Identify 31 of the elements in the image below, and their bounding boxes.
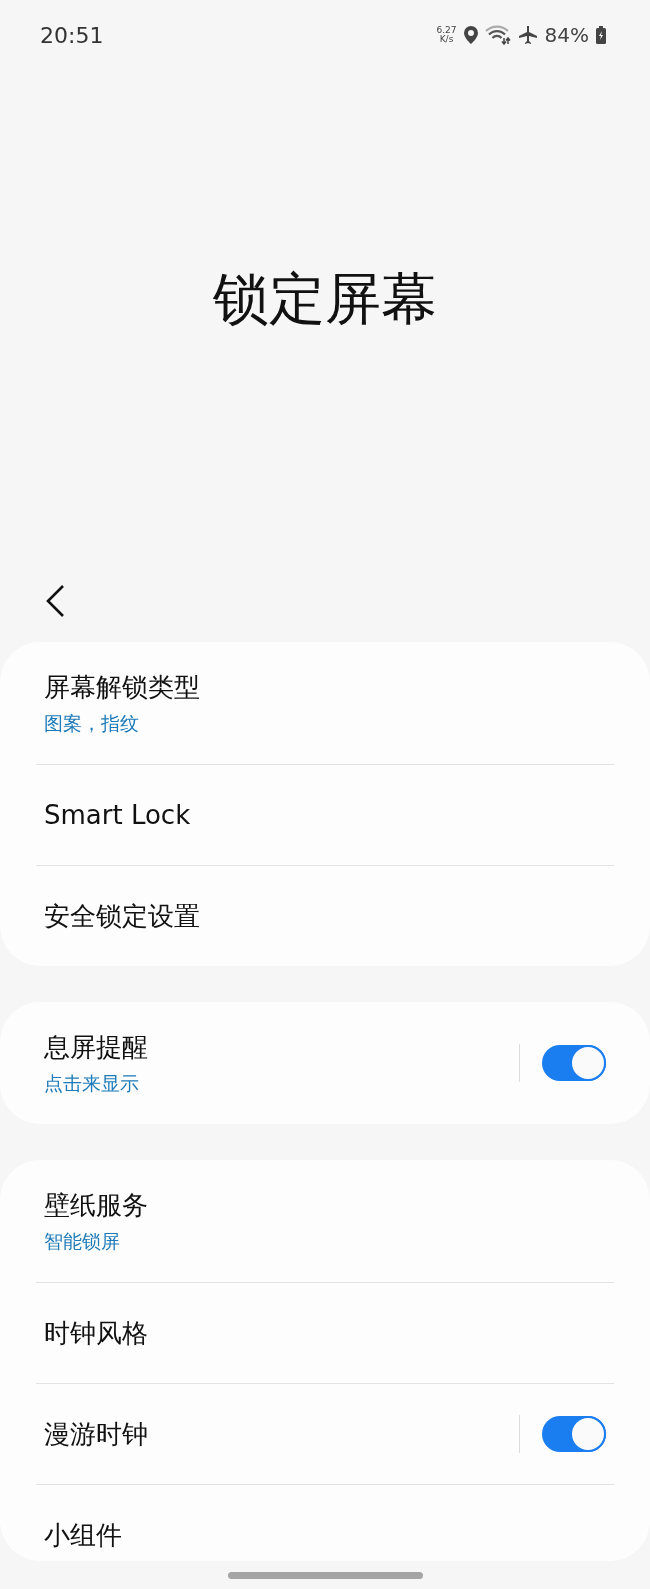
item-label: 息屏提醒 [44,1030,149,1064]
page-title: 锁定屏幕 [213,265,437,333]
settings-item[interactable]: 安全锁定设置 [0,866,650,966]
item-label: 漫游时钟 [44,1417,149,1451]
item-label: Smart Lock [44,800,192,830]
settings-item[interactable]: Smart Lock [0,765,650,865]
settings-item[interactable]: 息屏提醒 点击来显示 [0,1002,650,1124]
home-indicator[interactable] [227,1571,423,1579]
item-subtitle: 智能锁屏 [44,1228,121,1254]
location-icon [463,26,478,44]
status-time: 20:51 [40,22,104,48]
settings-item[interactable]: 小组件 [0,1485,650,1561]
settings-item[interactable]: 漫游时钟 [0,1384,650,1484]
item-label: 安全锁定设置 [44,899,201,933]
item-label: 屏幕解锁类型 [44,670,201,704]
battery-icon [596,26,606,44]
item-label: 小组件 [44,1518,123,1552]
network-speed: 6.27 K/s [436,26,457,44]
back-icon[interactable] [44,584,66,618]
settings-item[interactable]: 壁纸服务 智能锁屏 [0,1160,650,1282]
toggle-switch[interactable] [542,1416,606,1452]
settings-item[interactable]: 屏幕解锁类型 图案，指纹 [0,642,650,764]
toggle-switch[interactable] [542,1045,606,1081]
item-label: 壁纸服务 [44,1188,149,1222]
wifi-icon [484,25,511,45]
battery-percentage: 84% [544,23,589,47]
item-label: 时钟风格 [44,1316,149,1350]
airplane-icon [517,25,538,45]
item-subtitle: 图案，指纹 [44,710,140,736]
item-subtitle: 点击来显示 [44,1070,140,1096]
settings-item[interactable]: 时钟风格 [0,1283,650,1383]
